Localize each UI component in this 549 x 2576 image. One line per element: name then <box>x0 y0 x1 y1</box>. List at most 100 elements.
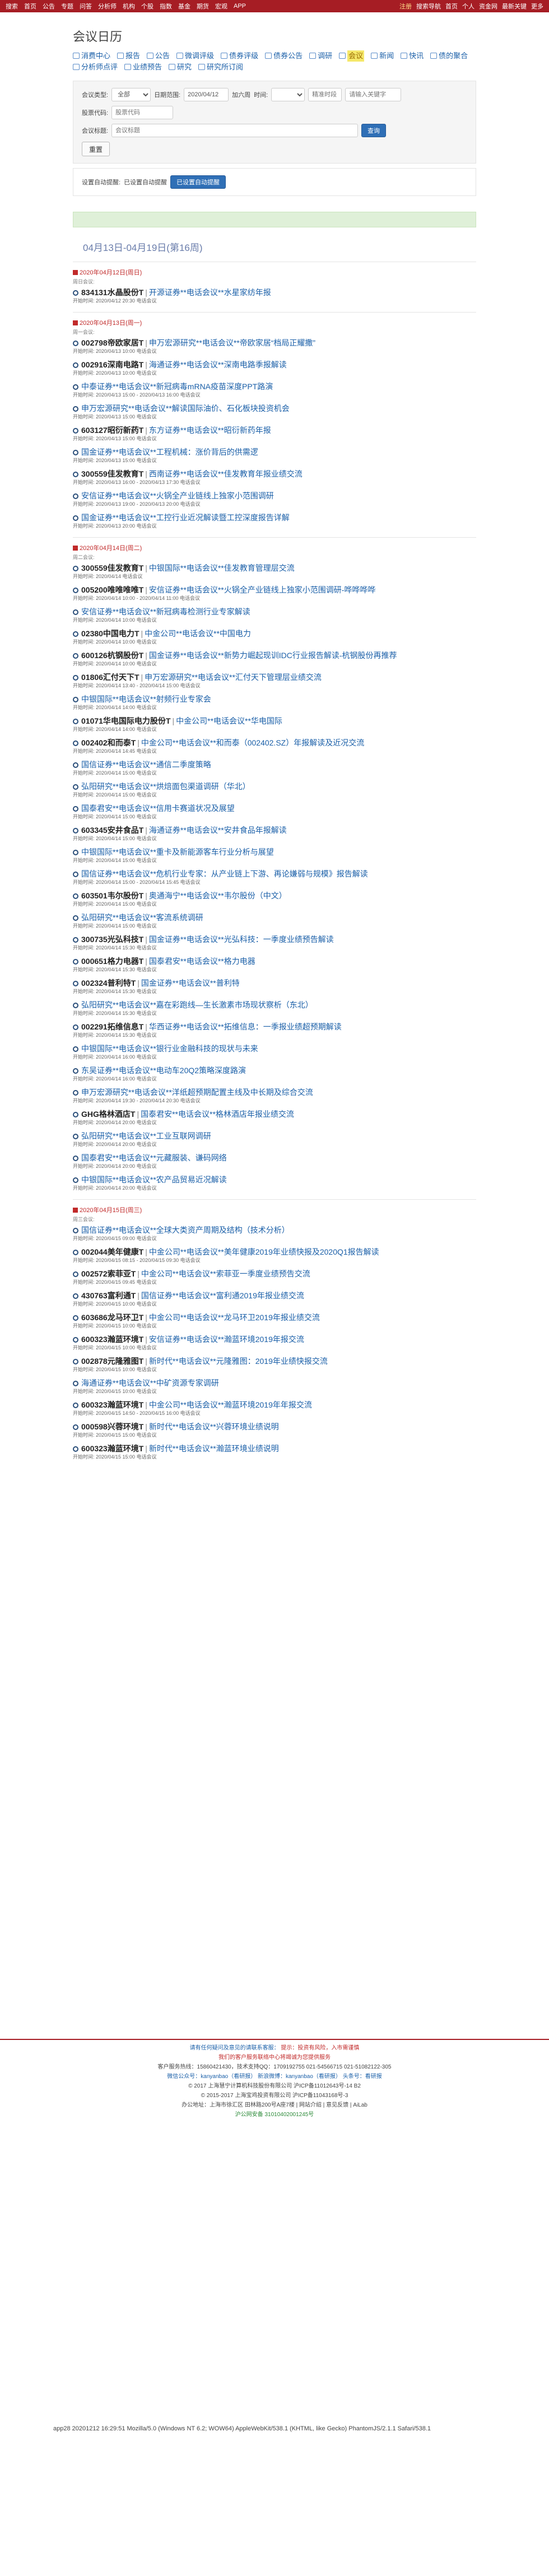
meeting-title[interactable]: 603686龙马环卫T | 中金公司**电话会议**龙马环卫2019年报业绩交流 <box>73 1312 476 1322</box>
category-link[interactable]: 报告 <box>117 50 143 62</box>
stock-name[interactable]: 000598兴蓉环境 <box>81 1422 139 1431</box>
stock-name[interactable]: 603127昭衍新药 <box>81 426 139 435</box>
stock-name[interactable]: 603501韦尔股份 <box>81 891 139 900</box>
meeting-title[interactable]: 国信证券**电话会议**全球大类资产周期及结构（技术分析） <box>73 1225 476 1235</box>
stock-name[interactable]: 600126杭钢股份 <box>81 651 139 660</box>
meeting-title[interactable]: 430763富利通T | 国信证券**电话会议**富利通2019年报业绩交流 <box>73 1291 476 1301</box>
meeting-title[interactable]: 安信证券**电话会议**火锅全产业链线上独家小范围调研 <box>73 491 476 501</box>
meeting-content[interactable]: 国信证券**电话会议**通信二季度策略 <box>81 760 211 769</box>
category-link[interactable]: 研究所订阅 <box>198 62 246 73</box>
stock-name[interactable]: 300735光弘科技 <box>81 935 139 944</box>
meeting-title[interactable]: 中银国际**电话会议**银行业金融科技的现状与未来 <box>73 1044 476 1054</box>
meeting-title[interactable]: 002044美年健康T | 中金公司**电话会议**美年健康2019年业绩快报及20… <box>73 1247 476 1257</box>
stock-name[interactable]: 834131水晶股份 <box>81 288 139 297</box>
meeting-content[interactable]: 中金公司**电话会议**美年健康2019年业绩快报及2020Q1报告解读 <box>149 1247 379 1256</box>
meeting-title[interactable]: 中银国际**电话会议**农产品贸易近况解读 <box>73 1175 476 1185</box>
meeting-title[interactable]: 603501韦尔股份T | 奥通海宁**电话会议**韦尔股份（中文） <box>73 891 476 901</box>
meeting-title[interactable]: 300559佳发教育T | 西南证券**电话会议**佳发教育年报业绩交流 <box>73 469 476 479</box>
time-input[interactable] <box>308 88 342 101</box>
top-nav-right-item[interactable]: 更多 <box>531 2 543 11</box>
category-link[interactable]: 调研 <box>309 50 336 62</box>
meeting-content[interactable]: 中泰证券**电话会议**新冠病毒mRNA疫苗深度PPT路演 <box>81 382 273 391</box>
reset-button[interactable]: 重置 <box>82 142 110 156</box>
stock-name[interactable]: 430763富利通 <box>81 1291 131 1300</box>
stock-name[interactable]: 603345安井食品 <box>81 826 139 835</box>
stock-code-input[interactable] <box>111 106 174 119</box>
meeting-content[interactable]: 中银国际**电话会议**银行业金融科技的现状与未来 <box>81 1044 258 1053</box>
meeting-content[interactable]: 申万宏源研究**电话会议**帝欧家居“档局正耀撒” <box>149 338 315 347</box>
meeting-title[interactable]: 005200唯唯唯唯T | 安信证券**电话会议**火锅全产业链线上独家小范围调研-… <box>73 585 476 595</box>
meeting-title-input[interactable] <box>111 124 359 137</box>
stock-name[interactable]: 01806汇付天下 <box>81 673 134 682</box>
meeting-title[interactable]: 002402和而泰T | 中金公司**电话会议**和而泰（002402.SZ）年报解… <box>73 738 476 748</box>
meeting-content[interactable]: 中银国际**电话会议**佳发教育管理层交流 <box>149 563 295 572</box>
category-link[interactable]: 债券公告 <box>265 50 306 62</box>
meeting-title[interactable]: 安信证券**电话会议**新冠病毒检测行业专家解读 <box>73 607 476 617</box>
meeting-content[interactable]: 国金证券**电话会议**工程机械：涨价背后的供需逻 <box>81 448 258 456</box>
meeting-title[interactable]: 600323瀚蓝环境T | 中金公司**电话会议**瀚蓝环境2019年年报交流 <box>73 1400 476 1410</box>
stock-name[interactable]: GHG格林酒店 <box>81 1110 131 1119</box>
stock-name[interactable]: 002572索菲亚 <box>81 1269 131 1278</box>
meeting-title[interactable]: 中银国际**电话会议**重卡及新能源客车行业分析与展望 <box>73 847 476 857</box>
meeting-content[interactable]: 国金证券**电话会议**光弘科技：一季度业绩预告解读 <box>149 935 334 944</box>
meeting-content[interactable]: 新时代**电话会议**瀚蓝环境业绩说明 <box>149 1444 279 1453</box>
top-nav-item[interactable]: 宏观 <box>215 2 227 11</box>
category-link[interactable]: 新闻 <box>371 50 397 62</box>
meeting-title[interactable]: 01071华电国际电力股份T | 中金公司**电话会议**华电国际 <box>73 716 476 726</box>
stock-name[interactable]: 600323瀚蓝环境 <box>81 1335 139 1344</box>
meeting-content[interactable]: 国金证券**电话会议**普利特 <box>141 979 240 987</box>
meeting-title[interactable]: 603127昭衍新药T | 东方证券**电话会议**昭衍新药年报 <box>73 425 476 435</box>
meeting-title[interactable]: 002324普利特T | 国金证券**电话会议**普利特 <box>73 978 476 988</box>
stock-name[interactable]: 02380中国电力 <box>81 629 134 638</box>
meeting-title[interactable]: 002291拓维信息T | 华西证券**电话会议**拓维信息：一季报业绩超预期解读 <box>73 1022 476 1032</box>
stock-name[interactable]: 002044美年健康 <box>81 1247 139 1256</box>
meeting-content[interactable]: 弘阳研究**电话会议**嘉在彩跑线—生长激素市场现状察析（东北） <box>81 1000 313 1009</box>
meeting-content[interactable]: 东方证券**电话会议**昭衍新药年报 <box>149 426 271 435</box>
meeting-title[interactable]: 002798帝欧家居T | 申万宏源研究**电话会议**帝欧家居“档局正耀撒” <box>73 338 476 348</box>
time-select[interactable] <box>271 88 305 101</box>
stock-name[interactable]: 603686龙马环卫 <box>81 1313 139 1322</box>
meeting-content[interactable]: 华西证券**电话会议**拓维信息：一季报业绩超预期解读 <box>149 1022 342 1031</box>
top-nav-item[interactable]: 期货 <box>197 2 209 11</box>
top-nav-item[interactable]: 机构 <box>123 2 135 11</box>
meeting-content[interactable]: 申万宏源研究**电话会议**洋纸超预期配置主线及中长期及综合交流 <box>81 1088 313 1097</box>
meeting-content[interactable]: 海通证券**电话会议**深南电路季报解读 <box>149 360 287 369</box>
meeting-content[interactable]: 新时代**电话会议**兴蓉环境业绩说明 <box>149 1422 279 1431</box>
top-nav-item[interactable]: 首页 <box>24 2 36 11</box>
meeting-title[interactable]: 002916深南电路T | 海通证券**电话会议**深南电路季报解读 <box>73 360 476 370</box>
meeting-title[interactable]: 000651格力电器T | 国泰君安**电话会议**格力电器 <box>73 956 476 966</box>
meeting-content[interactable]: 中金公司**电话会议**瀚蓝环境2019年年报交流 <box>149 1400 312 1409</box>
meeting-content[interactable]: 中金公司**电话会议**华电国际 <box>176 716 282 725</box>
top-nav-item[interactable]: APP <box>234 3 246 10</box>
stock-name[interactable]: 600323瀚蓝环境 <box>81 1400 139 1409</box>
meeting-title[interactable]: 中银国际**电话会议**射频行业专家会 <box>73 694 476 704</box>
meeting-title[interactable]: 603345安井食品T | 海通证券**电话会议**安井食品年报解读 <box>73 825 476 835</box>
stock-name[interactable]: 000651格力电器 <box>81 957 139 966</box>
meeting-title[interactable]: 600126杭钢股份T | 国金证券**电话会议**新势力崛起现训IDC行业报告解读… <box>73 650 476 660</box>
top-nav-item[interactable]: 个股 <box>141 2 153 11</box>
meeting-content[interactable]: 中银国际**电话会议**农产品贸易近况解读 <box>81 1175 227 1184</box>
meeting-title[interactable]: 002878元隆雅图T | 新时代**电话会议**元隆雅图：2019年业绩快报交流 <box>73 1356 476 1366</box>
meeting-content[interactable]: 国泰君安**电话会议**格林酒店年报业绩交流 <box>141 1110 294 1119</box>
top-nav-right-item[interactable]: 最新关键 <box>502 2 527 11</box>
meeting-title[interactable]: 弘阳研究**电话会议**工业互联网调研 <box>73 1131 476 1141</box>
meeting-content[interactable]: 开源证券**电话会议**水星家纺年报 <box>149 288 271 297</box>
category-link[interactable]: 消费中心 <box>73 50 114 62</box>
meeting-content[interactable]: 中金公司**电话会议**和而泰（002402.SZ）年报解读及近况交流 <box>141 738 364 747</box>
meeting-title[interactable]: 国泰君安**电话会议**元藏服装、谦码网络 <box>73 1153 476 1163</box>
meeting-content[interactable]: 弘阳研究**电话会议**烘焙面包渠道调研（华北） <box>81 782 250 791</box>
meeting-content[interactable]: 国信证券**电话会议**危机行业专家：从产业链上下游、再论嫌弱与规模》报告解读 <box>81 869 368 878</box>
meeting-content[interactable]: 中金公司**电话会议**中国电力 <box>145 629 251 638</box>
meeting-title[interactable]: 002572索菲亚T | 中金公司**电话会议**索菲亚一季度业绩预告交流 <box>73 1269 476 1279</box>
meeting-title[interactable]: 申万宏源研究**电话会议**洋纸超预期配置主线及中长期及综合交流 <box>73 1087 476 1097</box>
stock-name[interactable]: 300559佳发教育 <box>81 469 139 478</box>
meeting-title[interactable]: GHG格林酒店T | 国泰君安**电话会议**格林酒店年报业绩交流 <box>73 1109 476 1119</box>
meeting-title[interactable]: 弘阳研究**电话会议**烘焙面包渠道调研（华北） <box>73 781 476 791</box>
meeting-content[interactable]: 弘阳研究**电话会议**工业互联网调研 <box>81 1131 211 1140</box>
meeting-title[interactable]: 国泰君安**电话会议**信用卡赛道状况及展望 <box>73 803 476 813</box>
stock-name[interactable]: 600323瀚蓝环境 <box>81 1444 139 1453</box>
category-link[interactable]: 快讯 <box>401 50 427 62</box>
meeting-content[interactable]: 奥通海宁**电话会议**韦尔股份（中文） <box>149 891 287 900</box>
meeting-content[interactable]: 安信证券**电话会议**新冠病毒检测行业专家解读 <box>81 607 250 616</box>
meeting-content[interactable]: 申万宏源研究**电话会议**解读国际油价、石化板块投资机会 <box>81 404 290 413</box>
